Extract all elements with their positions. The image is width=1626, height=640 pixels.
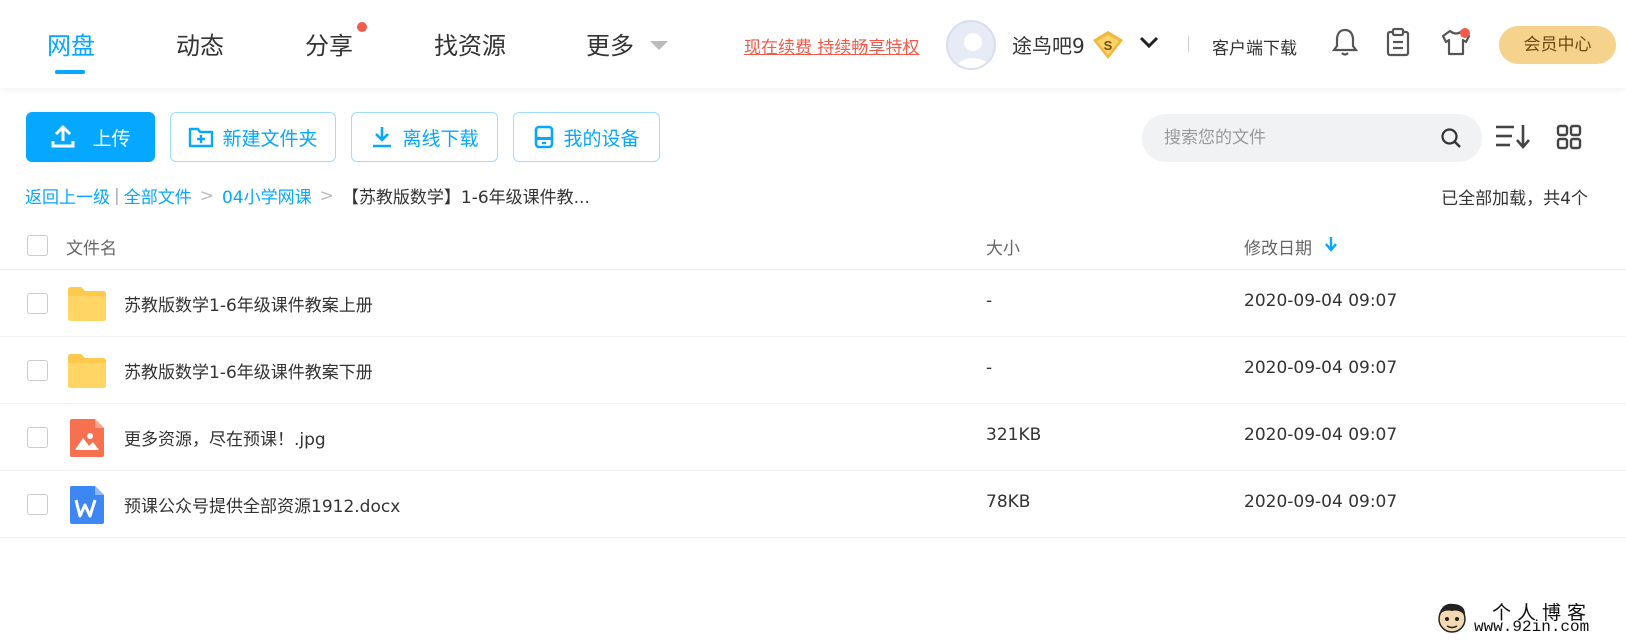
breadcrumb-divider: | <box>114 185 120 206</box>
search-input[interactable] <box>1164 128 1424 148</box>
upload-label: 上传 <box>92 127 131 150</box>
file-size: - <box>986 358 993 378</box>
active-tab-underline <box>55 70 85 74</box>
file-name[interactable]: 苏教版数学1-6年级课件教案下册 <box>124 358 373 383</box>
watermark-url: www.92in.com <box>1474 618 1590 636</box>
avatar-placeholder-icon <box>956 33 990 68</box>
breadcrumb: 返回上一级 | 全部文件 > 04小学网课 > 【苏教版数学】1-6年级课件教.… <box>25 183 590 209</box>
folder-icon <box>68 354 106 388</box>
select-all-checkbox[interactable] <box>27 235 48 256</box>
row-checkbox[interactable] <box>27 494 48 515</box>
shirt-notification-dot <box>1460 28 1470 38</box>
new-folder-button[interactable]: 新建文件夹 <box>170 112 336 162</box>
column-header-modified[interactable]: 修改日期 <box>1244 234 1312 259</box>
upload-icon <box>51 125 75 148</box>
file-row[interactable]: 预课公众号提供全部资源1912.docx 78KB 2020-09-04 09:… <box>0 471 1626 538</box>
breadcrumb-separator: > <box>319 185 334 206</box>
grid-view-icon[interactable] <box>1556 124 1582 150</box>
vip-center-button[interactable]: 会员中心 <box>1499 26 1616 64</box>
word-file-icon <box>70 486 104 524</box>
tab-more[interactable]: 更多 <box>586 26 634 61</box>
file-row[interactable]: 苏教版数学1-6年级课件教案上册 - 2020-09-04 09:07 <box>0 270 1626 337</box>
renewal-promo-link[interactable]: 现在续费 持续畅享特权 <box>744 33 919 58</box>
breadcrumb-back-link[interactable]: 返回上一级 <box>25 183 110 208</box>
breadcrumb-all-files[interactable]: 全部文件 <box>124 183 192 208</box>
more-dropdown-icon[interactable] <box>650 41 668 50</box>
clipboard-icon[interactable] <box>1383 26 1413 58</box>
file-name[interactable]: 预课公众号提供全部资源1912.docx <box>124 492 400 517</box>
top-navigation-bar: 网盘 动态 分享 找资源 更多 现在续费 持续畅享特权 途鸟吧9 S 客户端下载… <box>0 0 1626 88</box>
tab-netdisk[interactable]: 网盘 <box>47 26 95 61</box>
file-table-header: 文件名 大小 修改日期 <box>0 222 1626 270</box>
share-notification-dot <box>357 22 367 32</box>
breadcrumb-current: 【苏教版数学】1-6年级课件教... <box>341 188 590 208</box>
load-status-text: 已全部加载，共4个 <box>1441 189 1588 209</box>
file-modified-date: 2020-09-04 09:07 <box>1244 425 1398 445</box>
new-folder-icon <box>189 127 214 148</box>
bell-icon[interactable] <box>1330 26 1360 58</box>
file-modified-date: 2020-09-04 09:07 <box>1244 492 1398 512</box>
client-download-link[interactable]: 客户端下载 <box>1212 34 1297 59</box>
breadcrumb-separator: > <box>199 185 214 206</box>
file-modified-date: 2020-09-04 09:07 <box>1244 358 1398 378</box>
offline-download-label: 离线下载 <box>402 127 479 150</box>
folder-icon <box>68 287 106 321</box>
row-checkbox[interactable] <box>27 360 48 381</box>
file-row[interactable]: 更多资源，尽在预课！.jpg 321KB 2020-09-04 09:07 <box>0 404 1626 471</box>
image-file-icon <box>70 419 104 457</box>
sort-order-icon[interactable] <box>1494 122 1532 152</box>
column-header-filename[interactable]: 文件名 <box>66 234 117 259</box>
column-header-size[interactable]: 大小 <box>986 234 1020 259</box>
tab-share[interactable]: 分享 <box>305 26 353 61</box>
svip-badge-letter: S <box>1104 38 1113 53</box>
new-folder-label: 新建文件夹 <box>222 127 318 150</box>
file-row[interactable]: 苏教版数学1-6年级课件教案下册 - 2020-09-04 09:07 <box>0 337 1626 404</box>
device-icon <box>535 125 554 149</box>
sort-descending-icon[interactable] <box>1324 236 1338 252</box>
download-icon <box>373 127 392 148</box>
search-icon[interactable] <box>1440 127 1462 149</box>
username[interactable]: 途鸟吧9 <box>1012 30 1085 59</box>
tab-find-resources[interactable]: 找资源 <box>434 26 506 61</box>
offline-download-button[interactable]: 离线下载 <box>351 112 498 162</box>
user-menu-chevron-icon[interactable] <box>1138 34 1160 50</box>
upload-button[interactable]: 上传 <box>26 112 155 162</box>
user-avatar[interactable] <box>946 20 996 70</box>
breadcrumb-folder[interactable]: 04小学网课 <box>222 183 312 208</box>
blog-watermark: 个人博客 www.92in.com <box>1434 598 1626 640</box>
file-name[interactable]: 更多资源，尽在预课！.jpg <box>124 425 326 450</box>
my-devices-label: 我的设备 <box>563 127 640 150</box>
search-box[interactable] <box>1142 114 1482 162</box>
cartoon-face-icon <box>1438 603 1466 633</box>
svip-badge-icon: S <box>1093 31 1123 59</box>
my-devices-button[interactable]: 我的设备 <box>513 112 660 162</box>
file-size: 78KB <box>986 492 1031 512</box>
tab-activity[interactable]: 动态 <box>176 26 224 61</box>
file-size: - <box>986 291 993 311</box>
file-name[interactable]: 苏教版数学1-6年级课件教案上册 <box>124 291 373 316</box>
row-checkbox[interactable] <box>27 293 48 314</box>
row-checkbox[interactable] <box>27 427 48 448</box>
file-modified-date: 2020-09-04 09:07 <box>1244 291 1398 311</box>
file-size: 321KB <box>986 425 1042 445</box>
divider <box>1188 36 1189 52</box>
